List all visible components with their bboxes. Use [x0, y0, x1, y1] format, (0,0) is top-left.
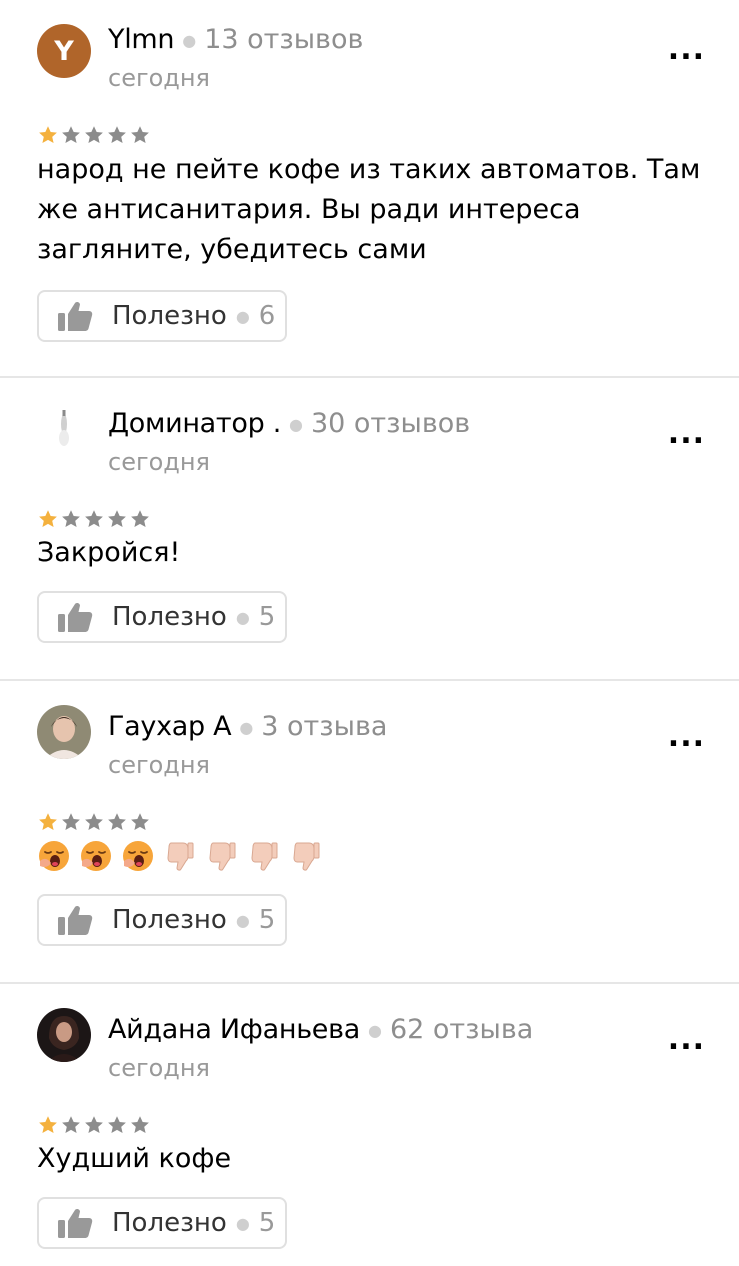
useful-button[interactable]: Полезно ● 6: [37, 290, 287, 342]
useful-button[interactable]: Полезно ● 5: [37, 1197, 287, 1249]
separator-dot: ●: [235, 910, 250, 930]
star-rating: [37, 1114, 151, 1136]
star-filled-icon: [37, 124, 59, 146]
useful-count: 5: [258, 1208, 276, 1238]
avatar-image: [37, 402, 91, 456]
star-rating: [37, 124, 151, 146]
more-options-button[interactable]: ...: [668, 419, 705, 449]
thumbs-down-icon: [163, 839, 197, 873]
author-name[interactable]: Айдана Ифаньева: [108, 1014, 360, 1045]
avatar-image: [37, 1008, 91, 1062]
author-name[interactable]: Гаухар А: [108, 711, 232, 742]
review-card: Айдана Ифаньева ● 62 отзыва сегодня ... Ху…: [0, 984, 739, 1266]
useful-button[interactable]: Полезно ● 5: [37, 591, 287, 643]
star-empty-icon: [60, 508, 82, 530]
useful-count: 5: [258, 905, 276, 935]
avatar[interactable]: Y: [37, 24, 91, 78]
author-reviews-count: 30 отзывов: [310, 408, 471, 439]
star-empty-icon: [106, 811, 128, 833]
separator-dot: ●: [288, 414, 303, 434]
star-empty-icon: [106, 1114, 128, 1136]
star-empty-icon: [106, 124, 128, 146]
separator-dot: ●: [235, 607, 250, 627]
review-date: сегодня: [108, 448, 210, 476]
review-date: сегодня: [108, 751, 210, 779]
thumbs-down-icon: [205, 839, 239, 873]
review-text: Худший кофе: [37, 1143, 232, 1174]
author-reviews-count: 3 отзыва: [261, 711, 388, 742]
star-empty-icon: [83, 811, 105, 833]
star-filled-icon: [37, 1114, 59, 1136]
star-filled-icon: [37, 508, 59, 530]
avatar[interactable]: [37, 705, 91, 759]
author-name[interactable]: Доминатор .: [108, 408, 281, 439]
separator-dot: ●: [235, 1213, 250, 1233]
star-rating: [37, 508, 151, 530]
review-date: сегодня: [108, 64, 210, 92]
review-header: Ylmn ● 13 отзывов: [108, 22, 363, 59]
avatar[interactable]: [37, 402, 91, 456]
author-reviews-count: 13 отзывов: [204, 24, 364, 55]
star-rating: [37, 811, 151, 833]
star-empty-icon: [83, 508, 105, 530]
useful-count: 5: [258, 602, 276, 632]
star-empty-icon: [60, 811, 82, 833]
useful-button[interactable]: Полезно ● 5: [37, 894, 287, 946]
review-card: Доминатор . ● 30 отзывов сегодня ... Закро…: [0, 378, 739, 681]
star-empty-icon: [129, 811, 151, 833]
useful-label: Полезно: [112, 1208, 227, 1238]
useful-label: Полезно: [112, 905, 227, 935]
more-options-button[interactable]: ...: [668, 35, 705, 65]
separator-dot: ●: [235, 306, 250, 326]
review-emoji-text: [37, 839, 323, 873]
star-empty-icon: [60, 1114, 82, 1136]
useful-label: Полезно: [112, 301, 227, 331]
star-empty-icon: [129, 124, 151, 146]
review-card: Y Ylmn ● 13 отзывов сегодня ... народ не п…: [0, 0, 739, 378]
separator-dot: ●: [239, 717, 254, 737]
thumbs-up-icon: [57, 904, 93, 936]
more-options-button[interactable]: ...: [668, 722, 705, 752]
review-header: Айдана Ифаньева ● 62 отзыва: [108, 1012, 533, 1049]
yawning-face-icon: [79, 839, 113, 873]
star-empty-icon: [83, 124, 105, 146]
useful-label: Полезно: [112, 602, 227, 632]
star-empty-icon: [60, 124, 82, 146]
useful-count: 6: [258, 301, 276, 331]
yawning-face-icon: [121, 839, 155, 873]
author-name[interactable]: Ylmn: [108, 24, 175, 55]
thumbs-up-icon: [57, 1207, 93, 1239]
avatar-letter: Y: [54, 35, 74, 67]
star-empty-icon: [83, 1114, 105, 1136]
review-text: народ не пейте кофе из таких автоматов. …: [37, 154, 701, 265]
star-empty-icon: [129, 508, 151, 530]
author-reviews-count: 62 отзыва: [389, 1014, 534, 1045]
review-header: Доминатор . ● 30 отзывов: [108, 406, 470, 443]
thumbs-down-icon: [289, 839, 323, 873]
thumbs-up-icon: [57, 300, 93, 332]
avatar-image: [37, 705, 91, 759]
review-text: Закройся!: [37, 537, 181, 568]
separator-dot: ●: [367, 1020, 382, 1040]
review-date: сегодня: [108, 1054, 210, 1082]
review-card: Гаухар А ● 3 отзыва сегодня ... Полезно ● 5: [0, 681, 739, 984]
review-header: Гаухар А ● 3 отзыва: [108, 709, 387, 746]
more-options-button[interactable]: ...: [668, 1025, 705, 1055]
separator-dot: ●: [182, 30, 197, 50]
yawning-face-icon: [37, 839, 71, 873]
star-filled-icon: [37, 811, 59, 833]
star-empty-icon: [129, 1114, 151, 1136]
thumbs-up-icon: [57, 601, 93, 633]
star-empty-icon: [106, 508, 128, 530]
thumbs-down-icon: [247, 839, 281, 873]
avatar[interactable]: [37, 1008, 91, 1062]
